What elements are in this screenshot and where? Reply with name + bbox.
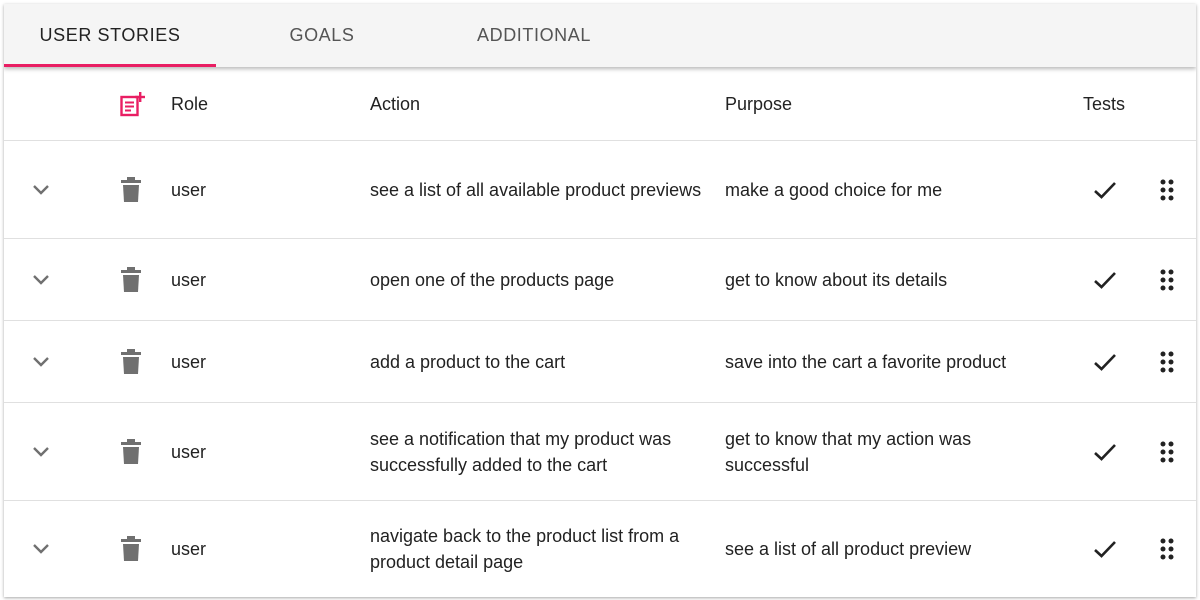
table-row: user navigate back to the product list f…	[4, 501, 1196, 597]
expand-row-button[interactable]	[26, 403, 56, 500]
note-add-icon	[120, 91, 145, 116]
action-cell: open one of the products page	[370, 269, 615, 290]
delete-story-button[interactable]	[114, 501, 148, 597]
delete-story-button[interactable]	[114, 321, 148, 402]
action-cell: navigate back to the product list from a…	[370, 526, 680, 572]
purpose-cell: make a good choice for me	[725, 179, 943, 200]
table-row: user see a list of all available product…	[4, 141, 1196, 239]
chevron-down-icon	[33, 446, 49, 457]
tests-checkbox[interactable]	[1090, 321, 1120, 402]
tab-bar: USER STORIES GOALS ADDITIONAL	[4, 4, 1196, 67]
chevron-down-icon	[33, 184, 49, 195]
purpose-cell: get to know that my action was successfu…	[725, 428, 972, 475]
role-cell: user	[171, 351, 207, 372]
expand-row-button[interactable]	[26, 141, 56, 238]
chevron-down-icon	[33, 356, 49, 367]
delete-story-button[interactable]	[114, 403, 148, 500]
delete-story-button[interactable]	[114, 239, 148, 320]
check-icon	[1094, 443, 1116, 461]
column-header-purpose: Purpose	[725, 93, 793, 114]
check-icon	[1094, 271, 1116, 289]
trash-icon	[121, 176, 141, 202]
tab-label: USER STORIES	[39, 25, 181, 45]
drag-handle-icon	[1160, 351, 1174, 372]
table-row: user add a product to the cart save into…	[4, 321, 1196, 403]
drag-handle-icon	[1160, 538, 1174, 560]
drag-handle-icon	[1160, 441, 1174, 462]
tab-goals[interactable]: GOALS	[216, 4, 428, 67]
check-icon	[1094, 541, 1116, 558]
tests-checkbox[interactable]	[1090, 501, 1120, 597]
check-icon	[1094, 181, 1116, 199]
tests-checkbox[interactable]	[1090, 403, 1120, 500]
trash-icon	[121, 348, 141, 374]
drag-handle-icon	[1160, 269, 1174, 290]
drag-handle[interactable]	[1154, 141, 1180, 238]
active-tab-indicator	[4, 64, 216, 67]
expand-row-button[interactable]	[26, 321, 56, 402]
table-row: user see a notification that my product …	[4, 403, 1196, 501]
drag-handle[interactable]	[1154, 403, 1180, 500]
expand-row-button[interactable]	[26, 501, 56, 597]
tab-additional[interactable]: ADDITIONAL	[428, 4, 640, 67]
chevron-down-icon	[33, 544, 49, 554]
trash-icon	[121, 266, 141, 292]
column-header-role: Role	[171, 93, 209, 114]
action-cell: see a notification that my product was s…	[370, 428, 672, 475]
action-cell: see a list of all available product prev…	[370, 179, 702, 200]
role-cell: user	[171, 441, 207, 462]
role-cell: user	[171, 539, 207, 559]
tab-label: GOALS	[289, 25, 355, 45]
table-row: user open one of the products page get t…	[4, 239, 1196, 321]
column-header-tests: Tests	[1083, 93, 1126, 114]
purpose-cell: see a list of all product preview	[725, 539, 972, 559]
expand-row-button[interactable]	[26, 239, 56, 320]
user-stories-card: USER STORIES GOALS ADDITIONAL Role Actio…	[4, 4, 1196, 597]
check-icon	[1094, 353, 1116, 371]
role-cell: user	[171, 269, 207, 290]
add-story-button[interactable]	[114, 67, 150, 140]
drag-handle[interactable]	[1154, 321, 1180, 402]
tab-user-stories[interactable]: USER STORIES	[4, 4, 216, 67]
trash-icon	[121, 536, 141, 561]
drag-handle[interactable]	[1154, 239, 1180, 320]
tests-checkbox[interactable]	[1090, 141, 1120, 238]
tests-checkbox[interactable]	[1090, 239, 1120, 320]
role-cell: user	[171, 179, 207, 200]
trash-icon	[121, 438, 141, 464]
table-header: Role Action Purpose Tests	[4, 67, 1196, 141]
drag-handle[interactable]	[1154, 501, 1180, 597]
chevron-down-icon	[33, 274, 49, 285]
delete-story-button[interactable]	[114, 141, 148, 238]
column-header-action: Action	[370, 93, 421, 114]
action-cell: add a product to the cart	[370, 351, 566, 372]
tab-label: ADDITIONAL	[476, 25, 592, 45]
purpose-cell: get to know about its details	[725, 269, 948, 290]
drag-handle-icon	[1160, 179, 1174, 200]
purpose-cell: save into the cart a favorite product	[725, 351, 1007, 372]
